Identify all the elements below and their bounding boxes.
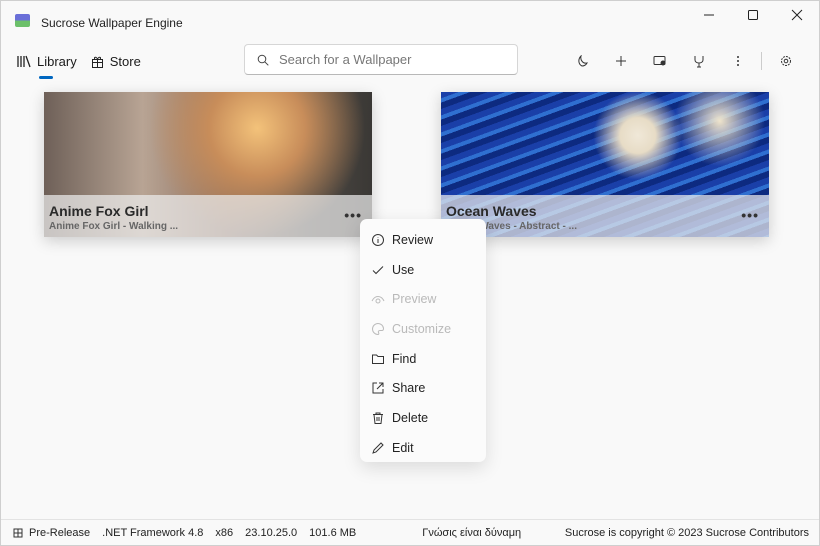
menu-item-share[interactable]: Share <box>360 373 486 403</box>
app-window: Sucrose Wallpaper Engine Library Store A… <box>0 0 820 546</box>
search-box[interactable] <box>244 44 518 75</box>
edit-icon <box>372 441 384 454</box>
status-channel: Pre-Release <box>29 526 91 539</box>
context-menu: Review Use Preview Customize Find Share … <box>360 219 486 462</box>
store-icon <box>91 56 103 68</box>
status-copyright: Sucrose is copyright © 2023 Sucrose Cont… <box>564 526 809 539</box>
tab-store[interactable]: Store <box>91 51 141 71</box>
close-button[interactable] <box>775 1 819 29</box>
info-icon <box>372 233 384 246</box>
menu-item-review[interactable]: Review <box>360 225 486 255</box>
card-subtitle: Anime Fox Girl - Walking ... <box>49 221 179 232</box>
card-more-button[interactable]: ••• <box>344 207 362 223</box>
delete-icon <box>373 412 383 424</box>
add-icon <box>615 56 626 66</box>
tab-library-label: Library <box>37 53 77 69</box>
search-icon <box>257 54 269 66</box>
menu-item-customize[interactable]: Customize <box>360 314 486 344</box>
minimize-icon <box>704 14 714 16</box>
status-bar: Pre-Release .NET Framework 4.8 x86 23.10… <box>1 519 819 545</box>
eye-icon <box>371 296 385 304</box>
tab-store-label: Store <box>109 53 141 69</box>
add-button[interactable] <box>601 49 640 73</box>
cleanup-icon <box>694 55 703 67</box>
menu-item-label: Review <box>392 232 433 247</box>
status-memory: 101.6 MB <box>309 526 357 539</box>
title-bar: Sucrose Wallpaper Engine <box>1 1 819 41</box>
library-icon <box>17 55 31 67</box>
status-framework: .NET Framework 4.8 <box>102 526 204 539</box>
display-icon <box>653 56 665 66</box>
menu-item-preview[interactable]: Preview <box>360 284 486 314</box>
menu-item-label: Edit <box>392 440 414 455</box>
share-icon <box>372 382 384 394</box>
settings-icon <box>780 56 791 66</box>
menu-item-find[interactable]: Find <box>360 344 486 374</box>
settings-button[interactable] <box>766 49 805 73</box>
menu-item-delete[interactable]: Delete <box>360 403 486 433</box>
card-title: Ocean Waves <box>446 203 537 219</box>
menu-item-label: Preview <box>392 292 437 307</box>
app-logo-icon <box>15 14 30 27</box>
search-input[interactable] <box>279 52 499 67</box>
theme-icon <box>577 55 588 67</box>
display-button[interactable] <box>640 49 679 73</box>
card-title: Anime Fox Girl <box>49 203 149 219</box>
palette-icon <box>372 322 385 335</box>
release-icon <box>13 528 23 537</box>
close-icon <box>791 9 803 21</box>
card-subtitle: Ocean Waves - Abstract - ... <box>446 221 577 232</box>
menu-item-label: Delete <box>392 410 429 425</box>
toolbar-divider <box>761 52 762 70</box>
menu-item-use[interactable]: Use <box>360 255 486 285</box>
wallpaper-card[interactable]: Anime Fox Girl Anime Fox Girl - Walking … <box>44 92 372 237</box>
menu-item-edit[interactable]: Edit <box>360 433 486 463</box>
menu-item-label: Find <box>392 351 417 366</box>
window-title: Sucrose Wallpaper Engine <box>41 16 183 30</box>
menu-item-label: Customize <box>392 321 452 336</box>
maximize-icon <box>748 10 758 20</box>
cleanup-button[interactable] <box>679 49 718 73</box>
theme-button[interactable] <box>562 49 601 73</box>
minimize-button[interactable] <box>687 1 731 29</box>
tab-library[interactable]: Library <box>17 51 77 79</box>
status-version: 23.10.25.0 <box>245 526 298 539</box>
more-icon <box>736 56 739 66</box>
status-motto: Γνώσις είναι δύναμη <box>422 526 522 539</box>
folder-icon <box>372 354 384 364</box>
card-more-button[interactable]: ••• <box>741 207 759 223</box>
selected-indicator <box>39 76 53 79</box>
maximize-button[interactable] <box>731 1 775 29</box>
check-icon <box>372 265 384 274</box>
status-arch: x86 <box>215 526 234 539</box>
menu-item-label: Use <box>392 262 415 277</box>
wallpaper-card[interactable]: Ocean Waves Ocean Waves - Abstract - ...… <box>441 92 769 237</box>
more-options-button[interactable] <box>718 49 757 73</box>
menu-item-label: Share <box>392 381 426 396</box>
